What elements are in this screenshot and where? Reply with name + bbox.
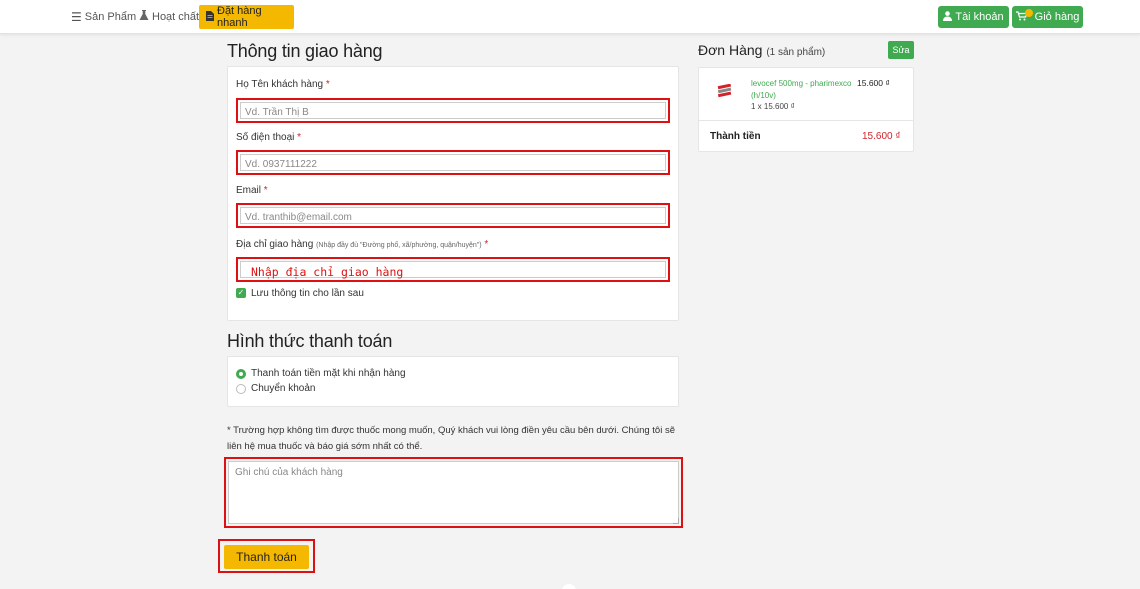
save-info-checkbox[interactable]: ✓	[236, 288, 246, 298]
document-icon	[206, 10, 214, 24]
order-divider	[699, 120, 913, 121]
name-input[interactable]: Vd. Trần Thị B	[240, 102, 666, 119]
required-mark: *	[297, 132, 302, 143]
nav-products-label: Sản Phẩm	[84, 11, 137, 23]
save-info-label: Lưu thông tin cho lần sau	[251, 288, 364, 299]
top-navbar: ☰ Sản Phẩm Hoạt chất Đặt hàng nhanh Tài …	[0, 0, 1140, 34]
account-button[interactable]: Tài khoản	[938, 6, 1009, 28]
address-input[interactable]: Nhập địa chỉ giao hàng	[240, 261, 666, 279]
required-mark: *	[325, 79, 330, 90]
nav-ingredients-label: Hoạt chất	[152, 11, 200, 23]
phone-input[interactable]: Vd. 0937111222	[240, 154, 666, 171]
address-hint: (Nhập đầy đủ "Đường phố, xã/phường, quận…	[316, 242, 482, 249]
email-label: Email *	[236, 185, 268, 196]
order-title: Đơn Hàng (1 sản phẩm)	[698, 42, 825, 58]
cart-button-label: Giỏ hàng	[1034, 11, 1080, 23]
resize-grip-icon[interactable]	[673, 518, 679, 524]
product-thumbnail	[716, 83, 734, 98]
required-mark: *	[263, 185, 268, 196]
payment-card	[227, 356, 679, 407]
phone-field-highlight: Vd. 0937111222	[236, 150, 670, 175]
nav-ingredients[interactable]: Hoạt chất	[139, 5, 199, 29]
submit-highlight: Thanh toán	[218, 539, 315, 573]
order-count: (1 sản phẩm)	[766, 47, 826, 58]
email-label-text: Email	[236, 185, 262, 196]
payment-heading: Hình thức thanh toán	[227, 331, 393, 351]
note-field-highlight: Ghi chú của khách hàng	[224, 457, 683, 528]
total-label: Thành tiền	[710, 131, 761, 142]
cart-badge	[1024, 9, 1033, 17]
checkout-button[interactable]: Thanh toán	[224, 545, 309, 569]
name-label-text: Họ Tên khách hàng	[236, 79, 324, 90]
flask-icon	[139, 10, 149, 24]
address-label-text: Địa chỉ giao hàng	[236, 239, 314, 250]
email-input[interactable]: Vd. tranthib@email.com	[240, 207, 666, 224]
payment-transfer-label: Chuyển khoản	[251, 383, 316, 394]
note-text: * Trường hợp không tìm được thuốc mong m…	[227, 425, 675, 452]
address-field-highlight: Nhập địa chỉ giao hàng	[236, 257, 670, 282]
product-name[interactable]: levocef 500mg - pharimexco (h/10v)	[751, 78, 853, 102]
order-title-text: Đơn Hàng	[698, 42, 763, 58]
name-field-highlight: Vd. Trần Thị B	[236, 98, 670, 123]
product-qty: 1 x 15.600 ₫	[751, 102, 795, 111]
payment-cod-label: Thanh toán tiền mặt khi nhận hàng	[251, 368, 406, 379]
required-mark: *	[484, 239, 489, 250]
name-label: Họ Tên khách hàng *	[236, 79, 330, 90]
phone-label-text: Số điện thoại	[236, 132, 295, 143]
nav-quick-order-label: Đặt hàng nhanh	[217, 5, 262, 29]
user-icon	[943, 10, 953, 24]
total-value: 15.600 ₫	[862, 131, 901, 142]
shipping-heading: Thông tin giao hàng	[227, 41, 383, 61]
customer-note-textarea[interactable]: Ghi chú của khách hàng	[228, 461, 679, 524]
nav-quick-order[interactable]: Đặt hàng nhanh	[199, 5, 294, 29]
account-button-label: Tài khoản	[955, 11, 1004, 23]
menu-icon: ☰	[71, 10, 82, 24]
address-label: Địa chỉ giao hàng (Nhập đầy đủ "Đường ph…	[236, 239, 488, 250]
edit-order-button[interactable]: Sửa	[888, 41, 914, 59]
cart-button[interactable]: Giỏ hàng	[1012, 6, 1083, 28]
product-price: 15.600 ₫	[857, 78, 890, 88]
scroll-top-button[interactable]	[562, 584, 576, 589]
payment-cod-radio[interactable]	[236, 369, 246, 379]
payment-transfer-radio[interactable]	[236, 384, 246, 394]
phone-label: Số điện thoại *	[236, 132, 301, 143]
nav-products[interactable]: ☰ Sản Phẩm	[71, 5, 136, 29]
email-field-highlight: Vd. tranthib@email.com	[236, 203, 670, 228]
